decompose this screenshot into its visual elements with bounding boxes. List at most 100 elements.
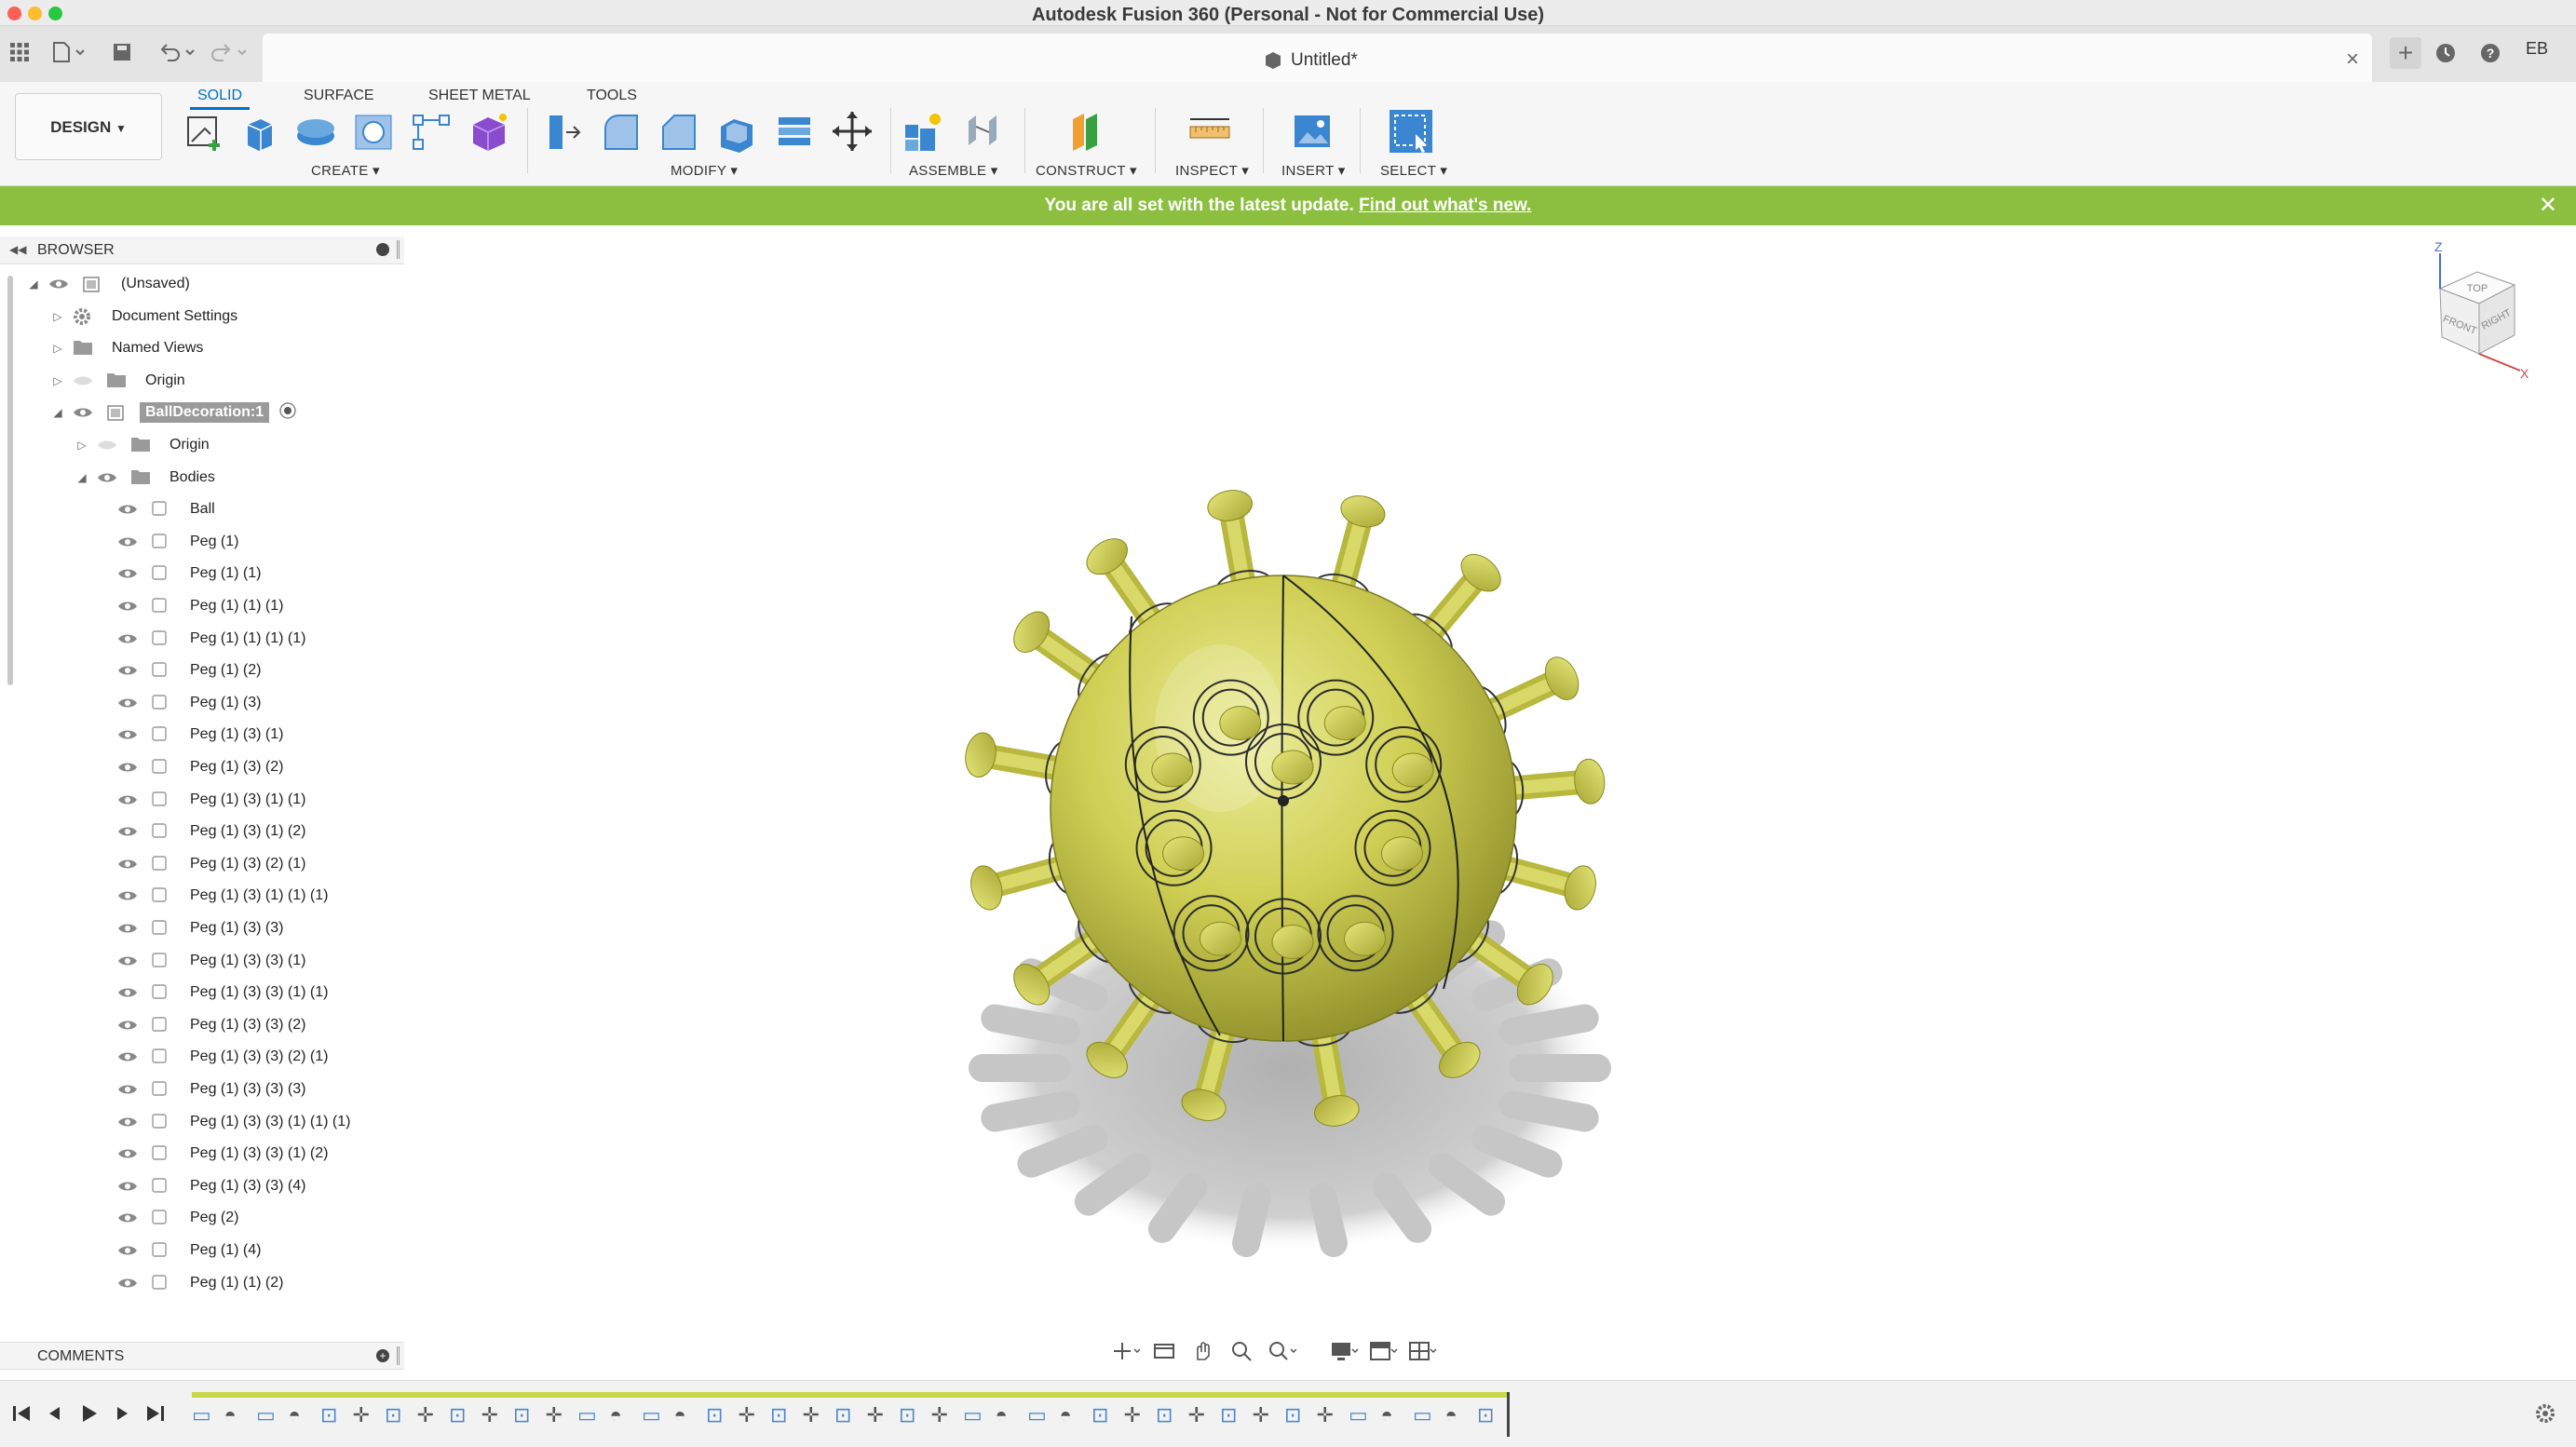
fillet-icon[interactable]: [598, 108, 644, 155]
tree-item-body[interactable]: Peg (1) (2): [99, 656, 266, 684]
visibility-eye-icon[interactable]: [117, 1180, 138, 1193]
visibility-eye-icon[interactable]: [117, 793, 138, 806]
timeline-feature-icon[interactable]: ◓: [610, 1403, 622, 1427]
app-grid-icon[interactable]: [9, 42, 30, 68]
tree-item-body[interactable]: Peg (1) (3) (3) (1) (1): [99, 979, 333, 1007]
construct-menu[interactable]: CONSTRUCT ▾: [1036, 162, 1137, 179]
visibility-eye-icon[interactable]: [117, 1050, 138, 1063]
timeline-feature-icon[interactable]: ✛: [353, 1403, 370, 1427]
visibility-eye-icon[interactable]: [117, 825, 138, 838]
timeline-feature-icon[interactable]: ✛: [481, 1403, 498, 1427]
tree-item-origin[interactable]: ▷ Origin: [50, 367, 191, 395]
timeline-feature-icon[interactable]: ✛: [739, 1403, 755, 1427]
view-cube[interactable]: TOP FRONT RIGHT Z X: [2434, 239, 2529, 381]
panel-resize-handle[interactable]: [397, 240, 400, 259]
tree-item-balldecoration[interactable]: ◢ BallDecoration:1: [50, 399, 297, 426]
viewports-icon[interactable]: [1408, 1339, 1438, 1363]
tree-item-component-origin[interactable]: ▷ Origin: [75, 431, 215, 459]
visibility-eye-icon[interactable]: [117, 728, 138, 741]
timeline-marker[interactable]: [1507, 1392, 1510, 1437]
timeline-feature-icon[interactable]: ⊡: [1477, 1403, 1494, 1427]
step-forward-icon[interactable]: [110, 1401, 134, 1426]
expand-arrow-icon[interactable]: ▷: [50, 374, 65, 387]
timeline-feature-icon[interactable]: ▭: [642, 1403, 661, 1427]
timeline-feature-icon[interactable]: ✛: [417, 1403, 434, 1427]
timeline-feature-icon[interactable]: ⊡: [834, 1403, 851, 1427]
tree-item-body[interactable]: Peg (1) (3) (1) (1) (1): [99, 882, 333, 910]
timeline-feature-icon[interactable]: ◓: [224, 1403, 237, 1427]
new-component-icon[interactable]: [900, 108, 946, 155]
tree-item-body[interactable]: Peg (2): [99, 1204, 244, 1232]
3d-viewport[interactable]: TOP FRONT RIGHT Z X: [410, 225, 2576, 1374]
tree-item-body[interactable]: Peg (1) (1) (1) (1): [99, 625, 311, 653]
timeline-feature-icon[interactable]: ⊡: [449, 1403, 466, 1427]
visibility-eye-icon[interactable]: [48, 277, 69, 291]
timeline-feature-icon[interactable]: ⊡: [770, 1403, 787, 1427]
move-icon[interactable]: [829, 108, 875, 155]
joint-icon[interactable]: [959, 108, 1006, 155]
rectangular-pattern-icon[interactable]: [408, 108, 454, 155]
tree-item-body[interactable]: Peg (1) (3) (2) (1): [99, 850, 311, 878]
tab-tools[interactable]: TOOLS: [579, 88, 644, 104]
create-sketch-icon[interactable]: [181, 108, 227, 155]
visibility-eye-icon[interactable]: [97, 439, 117, 452]
save-icon[interactable]: [112, 42, 132, 68]
timeline-feature-icon[interactable]: ▭: [1413, 1403, 1432, 1427]
timeline-track[interactable]: ▭ ◓ ▭ ◓ ⊡ ✛ ⊡ ✛ ⊡ ✛ ⊡ ✛ ▭ ◓ ▭ ◓ ⊡ ✛ ⊡ ✛ ⊡ ✛ ⊡ ✛ ▭ ◓ ▭ ◓ ⊡ ✛ ⊡ ✛ ⊡ ✛ ⊡ ✛ ▭ ◓ ▭ ◓…: [192, 1392, 1514, 1437]
timeline-feature-icon[interactable]: ✛: [867, 1403, 884, 1427]
add-comment-icon[interactable]: +: [376, 1349, 389, 1362]
select-icon[interactable]: [1388, 108, 1434, 155]
visibility-eye-icon[interactable]: [117, 889, 138, 902]
timeline-settings-icon[interactable]: [2533, 1401, 2557, 1426]
timeline-feature-icon[interactable]: ▭: [1349, 1403, 1368, 1427]
revolve-icon[interactable]: [292, 108, 339, 155]
visibility-eye-icon[interactable]: [117, 696, 138, 710]
timeline-feature-icon[interactable]: ◓: [674, 1403, 686, 1427]
visibility-eye-icon[interactable]: [73, 406, 93, 419]
expand-arrow-icon[interactable]: ▷: [50, 310, 65, 323]
visibility-eye-icon[interactable]: [117, 1211, 138, 1224]
visibility-eye-icon[interactable]: [117, 1019, 138, 1032]
visibility-eye-icon[interactable]: [117, 986, 138, 999]
tree-item-body[interactable]: Peg (1) (3) (3) (1) (2): [99, 1140, 333, 1168]
timeline-feature-icon[interactable]: ▭: [963, 1403, 983, 1427]
step-back-icon[interactable]: [43, 1401, 67, 1426]
timeline-feature-icon[interactable]: ▭: [192, 1403, 211, 1427]
collapse-panel-icon[interactable]: ◀◀: [9, 243, 26, 256]
file-menu-icon[interactable]: [52, 42, 86, 68]
visibility-eye-icon[interactable]: [117, 1083, 138, 1096]
timeline-feature-icon[interactable]: ◓: [1445, 1403, 1457, 1427]
timeline-feature-icon[interactable]: ✛: [1188, 1403, 1205, 1427]
timeline-feature-icon[interactable]: ✛: [1253, 1403, 1269, 1427]
user-avatar[interactable]: EB: [2526, 39, 2548, 59]
tree-item-body[interactable]: Peg (1) (1): [99, 560, 266, 588]
expand-arrow-icon[interactable]: ▷: [50, 342, 65, 355]
tab-solid[interactable]: SOLID: [190, 88, 251, 110]
visibility-eye-icon[interactable]: [117, 503, 138, 516]
tree-item-body[interactable]: Peg (1): [99, 528, 244, 556]
display-settings-icon[interactable]: [1330, 1339, 1360, 1363]
timeline-feature-icon[interactable]: ⊡: [513, 1403, 530, 1427]
visibility-eye-icon[interactable]: [117, 535, 138, 548]
tab-sheet-metal[interactable]: SHEET METAL: [421, 88, 538, 104]
tree-item-body[interactable]: Peg (1) (3): [99, 689, 266, 717]
close-banner-icon[interactable]: ✕: [2539, 186, 2557, 225]
tab-surface[interactable]: SURFACE: [296, 88, 382, 104]
model-canvas[interactable]: TOP FRONT RIGHT Z X: [410, 225, 2576, 1374]
hole-icon[interactable]: [350, 108, 397, 155]
insert-menu[interactable]: INSERT ▾: [1281, 162, 1346, 179]
tree-item-body[interactable]: Peg (1) (3) (1) (1): [99, 786, 311, 814]
combine-icon[interactable]: [771, 108, 818, 155]
timeline-feature-icon[interactable]: ⊡: [1156, 1403, 1173, 1427]
assemble-menu[interactable]: ASSEMBLE ▾: [909, 162, 998, 179]
activate-component-radio[interactable]: [278, 401, 297, 425]
timeline-feature-icon[interactable]: ⊡: [899, 1403, 915, 1427]
select-menu[interactable]: SELECT ▾: [1380, 162, 1447, 179]
expand-arrow-icon[interactable]: ▷: [75, 439, 89, 452]
tree-item-body[interactable]: Peg (1) (1) (1): [99, 592, 289, 620]
visibility-eye-icon[interactable]: [117, 922, 138, 935]
chamfer-icon[interactable]: [656, 108, 702, 155]
collapse-arrow-icon[interactable]: ◢: [50, 406, 65, 419]
look-at-icon[interactable]: [1149, 1339, 1179, 1363]
tree-item-body[interactable]: Peg (1) (3) (1): [99, 721, 289, 749]
